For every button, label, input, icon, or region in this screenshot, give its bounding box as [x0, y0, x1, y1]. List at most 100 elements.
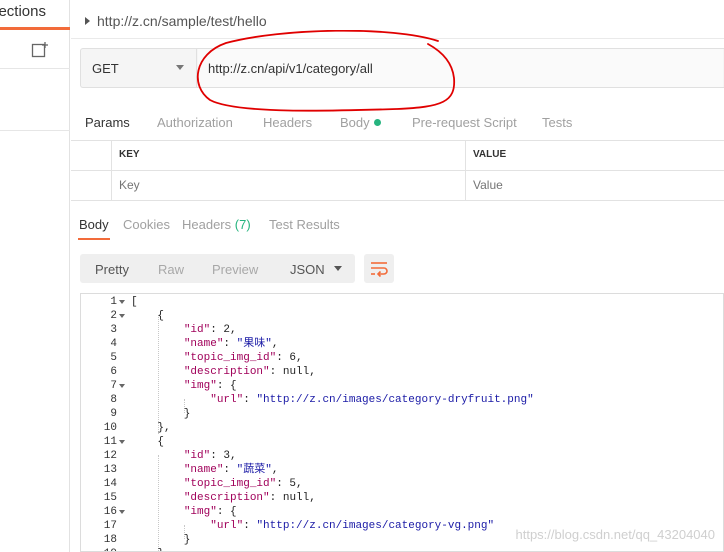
tab-response-body[interactable]: Body	[78, 217, 110, 240]
code-line: 4 "name": "果味",	[81, 337, 721, 351]
code-line: 9 }	[81, 407, 721, 421]
tab-response-headers-label: Headers	[182, 217, 232, 232]
line-number: 11	[103, 436, 117, 448]
line-number: 14	[103, 478, 117, 490]
fold-toggle-icon[interactable]	[119, 300, 125, 304]
line-number: 7	[110, 380, 117, 392]
code-line: 5 "topic_img_id": 6,	[81, 351, 721, 365]
line-number: 15	[103, 492, 117, 504]
new-collection-icon[interactable]	[31, 41, 49, 59]
tab-body-label: Body	[340, 115, 370, 130]
url-input[interactable]	[198, 49, 723, 87]
fold-toggle-icon[interactable]	[119, 440, 125, 444]
code-text: "description": null,	[183, 366, 316, 378]
fold-toggle-icon[interactable]	[119, 314, 125, 318]
method-select[interactable]: GET	[81, 49, 197, 87]
code-text: "name": "果味",	[183, 338, 279, 350]
tab-headers[interactable]: Headers	[263, 115, 312, 130]
code-line: 13 "name": "蔬菜",	[81, 463, 721, 477]
response-tabs: Body Cookies Headers (7) Test Results	[71, 214, 724, 240]
code-line: 8 "url": "http://z.cn/images/category-dr…	[81, 393, 721, 407]
line-number: 10	[103, 422, 117, 434]
tab-response-headers[interactable]: Headers (7)	[182, 217, 251, 232]
value-cell	[465, 171, 724, 200]
request-title[interactable]: http://z.cn/sample/test/hello	[85, 13, 267, 29]
value-input[interactable]	[473, 178, 623, 192]
code-text: "topic_img_id": 5,	[183, 478, 303, 490]
code-text: {	[131, 310, 165, 322]
code-text: "img": {	[183, 506, 237, 518]
checkbox-column	[71, 141, 111, 170]
code-line: 15 "description": null,	[81, 491, 721, 505]
code-text: }	[131, 408, 191, 420]
response-body-editor[interactable]: https://blog.csdn.net/qq_43204040 1[2 {3…	[80, 293, 724, 552]
code-line: 2 {	[81, 309, 721, 323]
line-number: 6	[110, 366, 117, 378]
chevron-down-icon	[334, 266, 342, 271]
line-number: 1	[110, 296, 117, 308]
sidebar: ections	[0, 0, 70, 552]
code-line: 7 "img": {	[81, 379, 721, 393]
line-number: 19	[81, 547, 117, 551]
headers-count-badge: (7)	[234, 217, 251, 232]
chevron-down-icon	[176, 65, 184, 70]
tab-cookies[interactable]: Cookies	[123, 217, 170, 232]
table-header-row: KEY VALUE	[71, 141, 724, 171]
code-text: "description": null,	[183, 492, 316, 504]
code-line: 3 "id": 2,	[81, 323, 721, 337]
code-line: 1[	[81, 295, 721, 309]
code-text: }	[131, 534, 191, 546]
raw-button[interactable]: Raw	[158, 262, 184, 277]
line-number: 9	[110, 408, 117, 420]
key-cell	[111, 171, 465, 200]
caret-right-icon	[85, 17, 90, 25]
preview-button[interactable]: Preview	[212, 262, 258, 277]
tab-pre-request-script[interactable]: Pre-request Script	[412, 115, 517, 130]
code-line: 12 "id": 3,	[81, 449, 721, 463]
code-text: },	[131, 422, 171, 434]
code-text: "url": "http://z.cn/images/category-dryf…	[210, 394, 534, 406]
url-bar: GET	[80, 48, 724, 88]
line-number: 2	[110, 310, 117, 322]
tab-tests[interactable]: Tests	[542, 115, 572, 130]
method-label: GET	[92, 61, 119, 76]
code-text: }	[131, 547, 164, 551]
params-table: KEY VALUE	[71, 140, 724, 201]
pretty-button[interactable]: Pretty	[95, 262, 129, 277]
line-number: 17	[103, 520, 117, 532]
line-number: 18	[103, 534, 117, 546]
code-line: 10 },	[81, 421, 721, 435]
code-text: "id": 3,	[183, 450, 237, 462]
line-number: 5	[110, 352, 117, 364]
table-row	[71, 171, 724, 201]
row-checkbox[interactable]	[71, 171, 111, 200]
request-tabs: Params Authorization Headers Body Pre-re…	[71, 112, 724, 140]
code-line: 6 "description": null,	[81, 365, 721, 379]
divider	[0, 130, 70, 131]
code-line: 14 "topic_img_id": 5,	[81, 477, 721, 491]
tab-authorization[interactable]: Authorization	[157, 115, 233, 130]
fold-toggle-icon[interactable]	[119, 384, 125, 388]
code-text: "url": "http://z.cn/images/category-vg.p…	[210, 520, 495, 532]
divider	[71, 38, 724, 39]
fold-toggle-icon[interactable]	[119, 510, 125, 514]
tab-body[interactable]: Body	[340, 115, 381, 130]
wrap-lines-button[interactable]	[364, 254, 394, 283]
tab-test-results[interactable]: Test Results	[269, 217, 340, 232]
line-number: 16	[103, 506, 117, 518]
key-input[interactable]	[119, 178, 269, 192]
key-column-header: KEY	[111, 141, 465, 170]
line-number: 13	[103, 464, 117, 476]
format-select[interactable]: JSON	[282, 254, 355, 283]
code-text: "id": 2,	[183, 324, 237, 336]
sidebar-tab-collections[interactable]: ections	[0, 0, 70, 30]
code-text: "name": "蔬菜",	[183, 464, 279, 476]
code-text: "topic_img_id": 6,	[183, 352, 303, 364]
status-dot-icon	[373, 119, 381, 126]
code-text: {	[131, 436, 165, 448]
code-text: [	[131, 296, 138, 308]
code-line: 16 "img": {	[81, 505, 721, 519]
format-label: JSON	[290, 262, 325, 277]
code-line: 19 }	[81, 547, 721, 551]
tab-params[interactable]: Params	[85, 115, 130, 130]
